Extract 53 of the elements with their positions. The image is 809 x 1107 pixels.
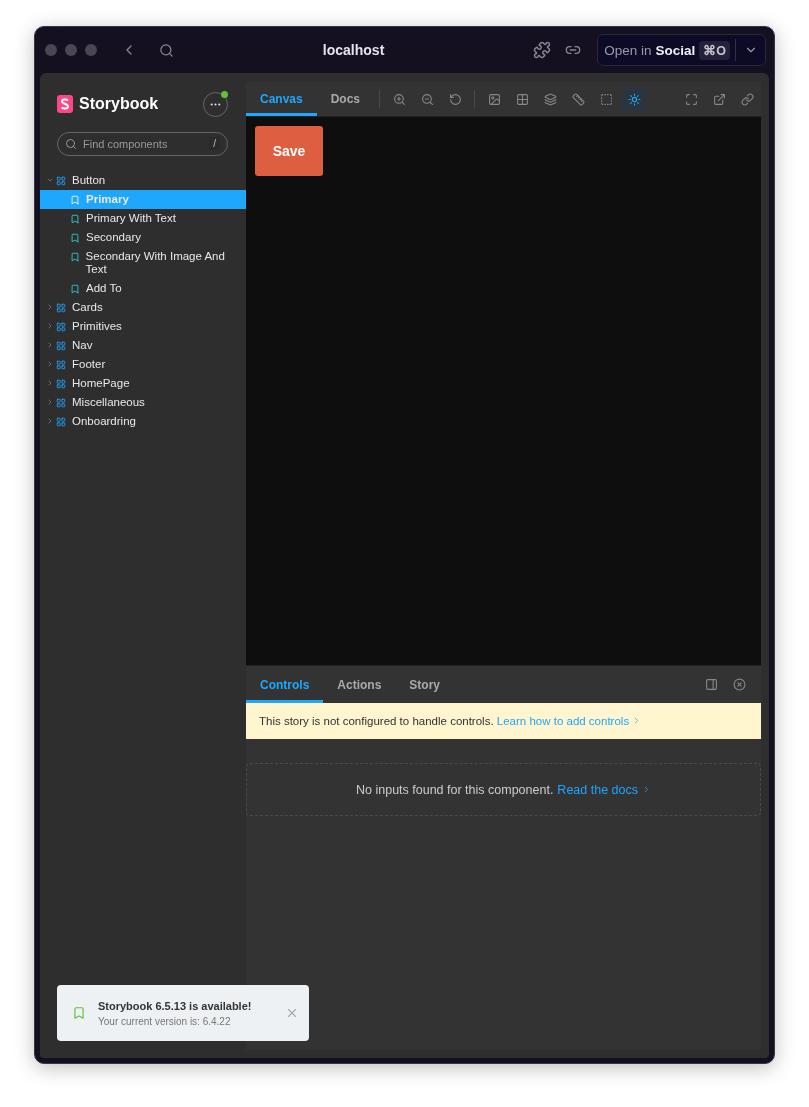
caret-icon (46, 417, 54, 425)
component-icon (56, 176, 66, 186)
bookmark-icon (69, 252, 80, 262)
caret-icon (46, 303, 54, 311)
component-icon (56, 417, 66, 427)
caret-icon (46, 379, 54, 387)
window-title: localhost (321, 42, 386, 58)
bookmark-icon (70, 284, 80, 294)
shortcut-key: / (209, 137, 220, 150)
caret-icon (46, 341, 54, 349)
tree-item[interactable]: Footer (40, 355, 246, 374)
tree-item[interactable]: Button (40, 171, 246, 190)
tree-item[interactable]: Secondary (40, 228, 246, 247)
tree-item[interactable]: Primary With Text (40, 209, 246, 228)
tree-item[interactable]: Nav (40, 336, 246, 355)
tree-item[interactable]: Onboardring (40, 412, 246, 431)
toast-title: Storybook 6.5.13 is available! (98, 999, 253, 1012)
addon-tab[interactable]: Story (395, 666, 455, 703)
addon-tab[interactable]: Actions (323, 666, 396, 703)
toolbar-tab[interactable]: Docs (316, 82, 375, 116)
search-icon (65, 138, 77, 150)
notice-text: This story is not configured to handle controls. Learn how to add controls (246, 703, 761, 739)
caret-icon (46, 322, 54, 330)
brand-name: Storybook (79, 95, 160, 113)
component-icon (56, 360, 66, 370)
storybook-logo-icon (57, 95, 73, 113)
close-button[interactable] (285, 1006, 299, 1020)
docs-link[interactable]: Read the docs (557, 782, 638, 797)
save-button[interactable]: Save (255, 126, 323, 176)
component-icon (56, 341, 66, 351)
tree-item[interactable]: Cards (40, 298, 246, 317)
open-in-button[interactable]: Open in Social ⌘O (604, 40, 730, 60)
tree-item[interactable]: Miscellaneous (40, 393, 246, 412)
close-light[interactable] (45, 44, 57, 56)
puzzle-icon[interactable] (533, 41, 552, 59)
tree-item[interactable]: Add To (40, 279, 246, 298)
component-icon (56, 322, 66, 332)
toast-subtitle: Your current version is: 6.4.22 (98, 1015, 232, 1027)
component-icon (56, 303, 66, 313)
bookmark-icon (72, 1006, 86, 1020)
search-icon[interactable] (159, 42, 174, 58)
tree-item[interactable]: Primitives (40, 317, 246, 336)
sun-icon[interactable] (622, 87, 647, 111)
caret-icon (46, 398, 54, 406)
tree-item[interactable]: Secondary With Image And Text (40, 247, 246, 279)
component-icon (56, 379, 66, 389)
tree-item[interactable]: HomePage (40, 374, 246, 393)
minimize-light[interactable] (65, 44, 77, 56)
zoom-light[interactable] (85, 44, 97, 56)
caret-icon (46, 176, 54, 184)
caret-icon (46, 360, 54, 368)
empty-text: No inputs found for this component. (356, 782, 554, 797)
component-icon (56, 398, 66, 408)
